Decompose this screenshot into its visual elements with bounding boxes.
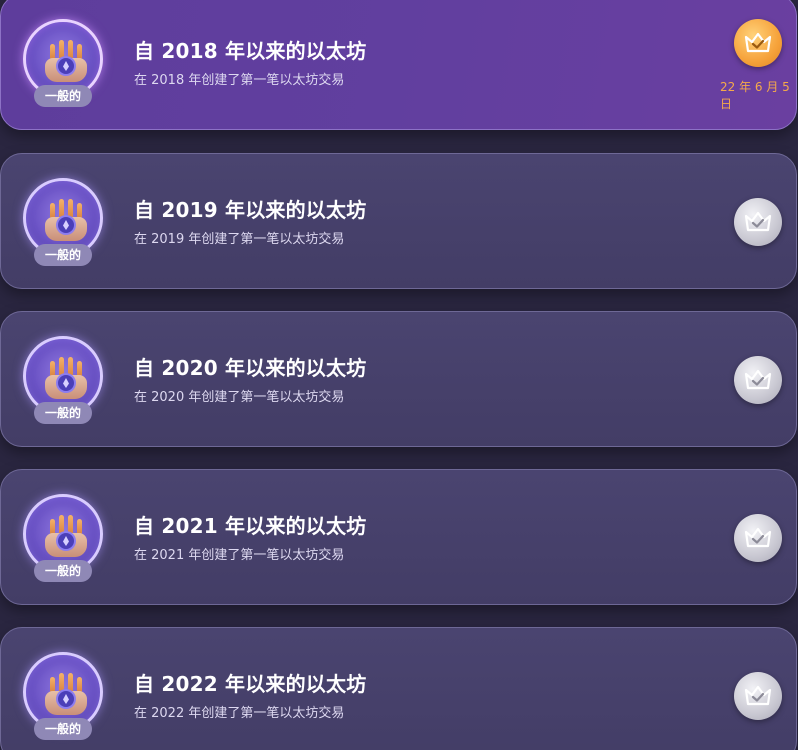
achieved-date: 22 年 6 月 5 日 <box>720 80 790 111</box>
achievement-card[interactable]: 一般的 自 2018 年以来的以太坊 在 2018 年创建了第一笔以太坊交易 2… <box>0 0 797 130</box>
ethereum-icon <box>58 691 74 707</box>
candles-icon <box>50 667 82 693</box>
eth-cake-badge-icon: 一般的 <box>23 336 103 424</box>
rarity-label: 一般的 <box>34 85 92 107</box>
achievement-description: 在 2019 年创建了第一笔以太坊交易 <box>134 232 345 247</box>
achievement-card[interactable]: 一般的 自 2021 年以来的以太坊 在 2021 年创建了第一笔以太坊交易 <box>0 469 797 605</box>
achievement-description: 在 2018 年创建了第一笔以太坊交易 <box>134 73 345 88</box>
rarity-label: 一般的 <box>34 402 92 424</box>
crown-check-icon <box>734 19 782 67</box>
eth-cake-badge-icon: 一般的 <box>23 19 103 107</box>
achievement-title: 自 2018 年以来的以太坊 <box>134 39 367 63</box>
rarity-label: 一般的 <box>34 560 92 582</box>
achievement-description: 在 2021 年创建了第一笔以太坊交易 <box>134 548 345 563</box>
achievement-card[interactable]: 一般的 自 2019 年以来的以太坊 在 2019 年创建了第一笔以太坊交易 <box>0 153 797 289</box>
eth-cake-badge-icon: 一般的 <box>23 652 103 740</box>
achievement-card[interactable]: 一般的 自 2020 年以来的以太坊 在 2020 年创建了第一笔以太坊交易 <box>0 311 797 447</box>
ethereum-icon <box>58 58 74 74</box>
ethereum-icon <box>58 375 74 391</box>
candles-icon <box>50 193 82 219</box>
crown-check-icon <box>734 356 782 404</box>
candles-icon <box>50 351 82 377</box>
achievement-title: 自 2020 年以来的以太坊 <box>134 356 367 380</box>
achievement-card[interactable]: 一般的 自 2022 年以来的以太坊 在 2022 年创建了第一笔以太坊交易 <box>0 627 797 750</box>
candles-icon <box>50 34 82 60</box>
crown-check-icon <box>734 672 782 720</box>
candles-icon <box>50 509 82 535</box>
achievement-title: 自 2022 年以来的以太坊 <box>134 672 367 696</box>
eth-cake-badge-icon: 一般的 <box>23 494 103 582</box>
crown-check-icon <box>734 198 782 246</box>
achievement-list: 一般的 自 2018 年以来的以太坊 在 2018 年创建了第一笔以太坊交易 2… <box>0 0 798 750</box>
achievement-title: 自 2021 年以来的以太坊 <box>134 514 367 538</box>
rarity-label: 一般的 <box>34 718 92 740</box>
ethereum-icon <box>58 533 74 549</box>
eth-cake-badge-icon: 一般的 <box>23 178 103 266</box>
achievement-title: 自 2019 年以来的以太坊 <box>134 198 367 222</box>
rarity-label: 一般的 <box>34 244 92 266</box>
achievement-description: 在 2020 年创建了第一笔以太坊交易 <box>134 390 345 405</box>
ethereum-icon <box>58 217 74 233</box>
achievement-description: 在 2022 年创建了第一笔以太坊交易 <box>134 706 345 721</box>
crown-check-icon <box>734 514 782 562</box>
